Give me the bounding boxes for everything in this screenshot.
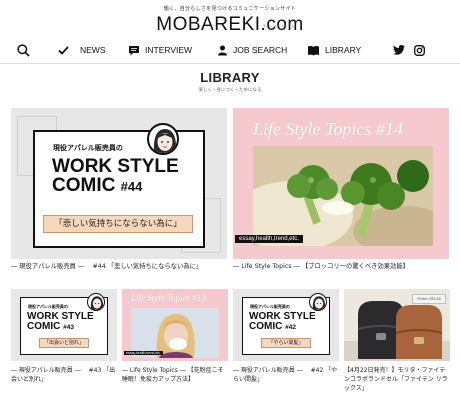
user-icon	[218, 45, 227, 55]
broccoli-image	[253, 146, 433, 246]
search-icon	[17, 43, 30, 57]
article-card-comic-42[interactable]: 現役アパレル販売員の WORK STYLE COMIC #42 「やらい間髪」 …	[233, 289, 339, 399]
phiten-relax-badge: Phiten RELAX	[412, 294, 446, 304]
comic-44-title-line1: WORK STYLE	[52, 156, 179, 177]
topics-14-thumbnail: Life Style Topics #14 essay,health,trend…	[233, 108, 449, 259]
nav-interview-label: INTERVIEW	[145, 45, 193, 55]
comic-42-quote: 「やらい間髪」	[261, 338, 311, 348]
comic-43-label: 現役アパレル販売員の	[28, 304, 68, 309]
nav-news[interactable]: NEWS	[58, 36, 106, 64]
topics-13-tags: essay,health,trend,etc.	[124, 351, 163, 355]
article-card-topics-14[interactable]: Life Style Topics #14 essay,health,trend…	[233, 108, 449, 278]
comic-43-caption: ― 現役アパレル販売員 ― #43 「出会いと別れ」	[11, 367, 116, 383]
site-tagline: 働く、自分らしさを見つけるコミュニケーションサイト	[163, 6, 297, 12]
comic-42-title-line2: COMIC #42	[249, 322, 316, 332]
search-button[interactable]	[17, 36, 30, 64]
comic-43-number: #43	[63, 324, 74, 332]
topics-14-title: Life Style Topics #14	[253, 119, 403, 139]
site-logo[interactable]: MOBAREKI.com モバレキドットコム	[0, 14, 460, 36]
comic-43-quote: 「出会いと別れ」	[39, 338, 89, 348]
comic-42-title: WORK STYLE COMIC #42	[249, 311, 316, 332]
comic-44-title-line2: COMIC #44	[52, 176, 179, 195]
topics-14-tags: essay,health,trend,etc.	[235, 235, 303, 243]
topics-13-title: Life Style Topics #13	[131, 293, 206, 303]
comic-43-title-line2: COMIC #43	[27, 322, 94, 332]
instagram-icon	[414, 44, 425, 56]
twitter-link[interactable]	[393, 36, 405, 64]
apparel-staff-avatar	[87, 293, 105, 311]
nav-job-search-label: JOB SEARCH	[233, 45, 288, 55]
instagram-link[interactable]	[414, 36, 425, 64]
comic-44-number: #44	[120, 179, 143, 195]
comic-42-thumbnail: 現役アパレル販売員の WORK STYLE COMIC #42 「やらい間髪」	[233, 289, 339, 361]
comic-44-caption: ― 現役アパレル販売員 ― #44 「悲しい気持ちにならない為に」	[11, 263, 203, 270]
comic-42-label: 現役アパレル販売員の	[250, 304, 290, 309]
comic-42-title-word: COMIC	[249, 321, 283, 333]
comic-44-title: WORK STYLE COMIC #44	[52, 157, 179, 196]
comic-42-number: #42	[285, 324, 296, 332]
apparel-staff-avatar	[309, 293, 327, 311]
main-nav: NEWS INTERVIEW JOB SEARCH LIBRARY	[0, 36, 460, 64]
comic-43-title-word: COMIC	[27, 321, 61, 333]
topics-13-thumbnail: Life Style Topics #13 essay,health,trend…	[122, 289, 228, 361]
page-subtitle: 楽しく・身につく・ためになる	[198, 88, 262, 93]
nav-library-label: LIBRARY	[325, 45, 362, 55]
open-book-icon	[308, 45, 319, 55]
topics-13-caption: ― Life Style Topics ― 【花粉症こそ睡眠！免疫力アップ方法】	[122, 367, 224, 383]
comic-44-title-panel: 現役アパレル販売員の WORK STYLE COMIC #44 「悲しい気持ちに…	[33, 130, 205, 248]
comic-43-title: WORK STYLE COMIC #43	[27, 311, 94, 332]
article-card-topics-13[interactable]: Life Style Topics #13 essay,health,trend…	[122, 289, 228, 399]
article-card-randoseru[interactable]: Phiten RELAX 【4月22日発売！】モリタ・ファイテンコラボランドセル…	[344, 289, 450, 399]
nav-interview[interactable]: INTERVIEW	[128, 36, 192, 64]
comic-44-quote: 「悲しい気持ちにならない為に」	[43, 215, 193, 233]
nav-news-label: NEWS	[80, 45, 106, 55]
article-card-comic-44[interactable]: 現役アパレル販売員の WORK STYLE COMIC #44 「悲しい気持ちに…	[11, 108, 227, 278]
logo-reading: モバレキドットコム	[263, 24, 295, 28]
randoseru-caption: 【4月22日発売！】モリタ・ファイテンコラボランドセル「ファイテン リラックス」	[344, 367, 448, 392]
check-icon	[58, 45, 69, 55]
article-card-comic-43[interactable]: 現役アパレル販売員の WORK STYLE COMIC #43 「出会いと別れ」…	[11, 289, 117, 399]
randoseru-thumbnail: Phiten RELAX	[344, 289, 450, 361]
comic-44-thumbnail: 現役アパレル販売員の WORK STYLE COMIC #44 「悲しい気持ちに…	[11, 108, 227, 259]
speech-bubble-icon	[129, 45, 139, 55]
nav-job-search[interactable]: JOB SEARCH	[217, 36, 287, 64]
comic-44-title-word: COMIC	[52, 175, 116, 197]
apparel-staff-avatar	[147, 123, 179, 155]
comic-42-caption: ― 現役アパレル販売員 ― #42 「やらい間髪」	[233, 367, 338, 383]
page-title: LIBRARY	[200, 70, 260, 85]
nav-library[interactable]: LIBRARY	[307, 36, 361, 64]
twitter-icon	[393, 45, 405, 55]
topics-14-caption: ― Life Style Topics ― 【ブロッコリーの驚くべき効果効能】	[233, 263, 409, 270]
broccoli-photo	[253, 146, 433, 246]
comic-44-label: 現役アパレル販売員の	[53, 144, 123, 152]
comic-43-thumbnail: 現役アパレル販売員の WORK STYLE COMIC #43 「出会いと別れ」	[11, 289, 117, 361]
